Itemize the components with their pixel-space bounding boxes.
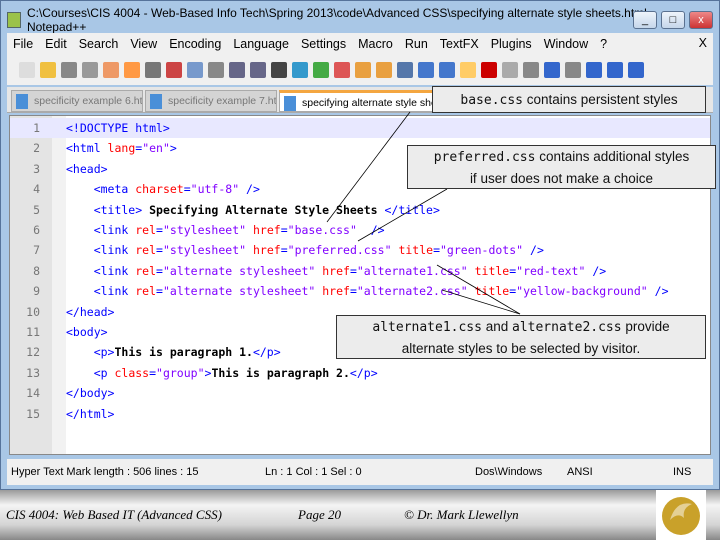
callout-text: contains additional styles (535, 149, 690, 164)
pointer-line-preferred (357, 188, 448, 242)
callout-code: preferred.css (433, 150, 536, 165)
slide-footer: CIS 4004: Web Based IT (Advanced CSS) Pa… (0, 490, 720, 540)
footer-author: © Dr. Mark Llewellyn (404, 507, 519, 522)
callout-text: contains persistent styles (523, 92, 678, 107)
footer-course: CIS 4004: Web Based IT (Advanced CSS) (6, 507, 222, 522)
footer-page: Page 20 (298, 507, 341, 522)
callout-text: provide (621, 319, 670, 334)
callout-text: alternate styles to be selected by visit… (401, 341, 641, 356)
callout-pointers (326, 111, 521, 315)
pointer-line-base (326, 111, 411, 223)
ucf-pegasus-logo (656, 490, 706, 540)
callout-code: alternate2.css (512, 320, 622, 335)
callout-text: if user does not make a choice (469, 171, 654, 186)
callout-text: and (481, 319, 512, 334)
pointer-line-alt2 (441, 289, 521, 315)
callout-preferred-css: preferred.css contains additional styles… (407, 145, 716, 189)
callout-base-css: base.css contains persistent styles (432, 86, 706, 113)
callout-code: alternate1.css (372, 320, 482, 335)
callout-code: base.css (460, 93, 524, 108)
callout-alternate-css: alternate1.css and alternate2.css provid… (336, 315, 706, 359)
pointer-line-alt1 (436, 264, 521, 315)
